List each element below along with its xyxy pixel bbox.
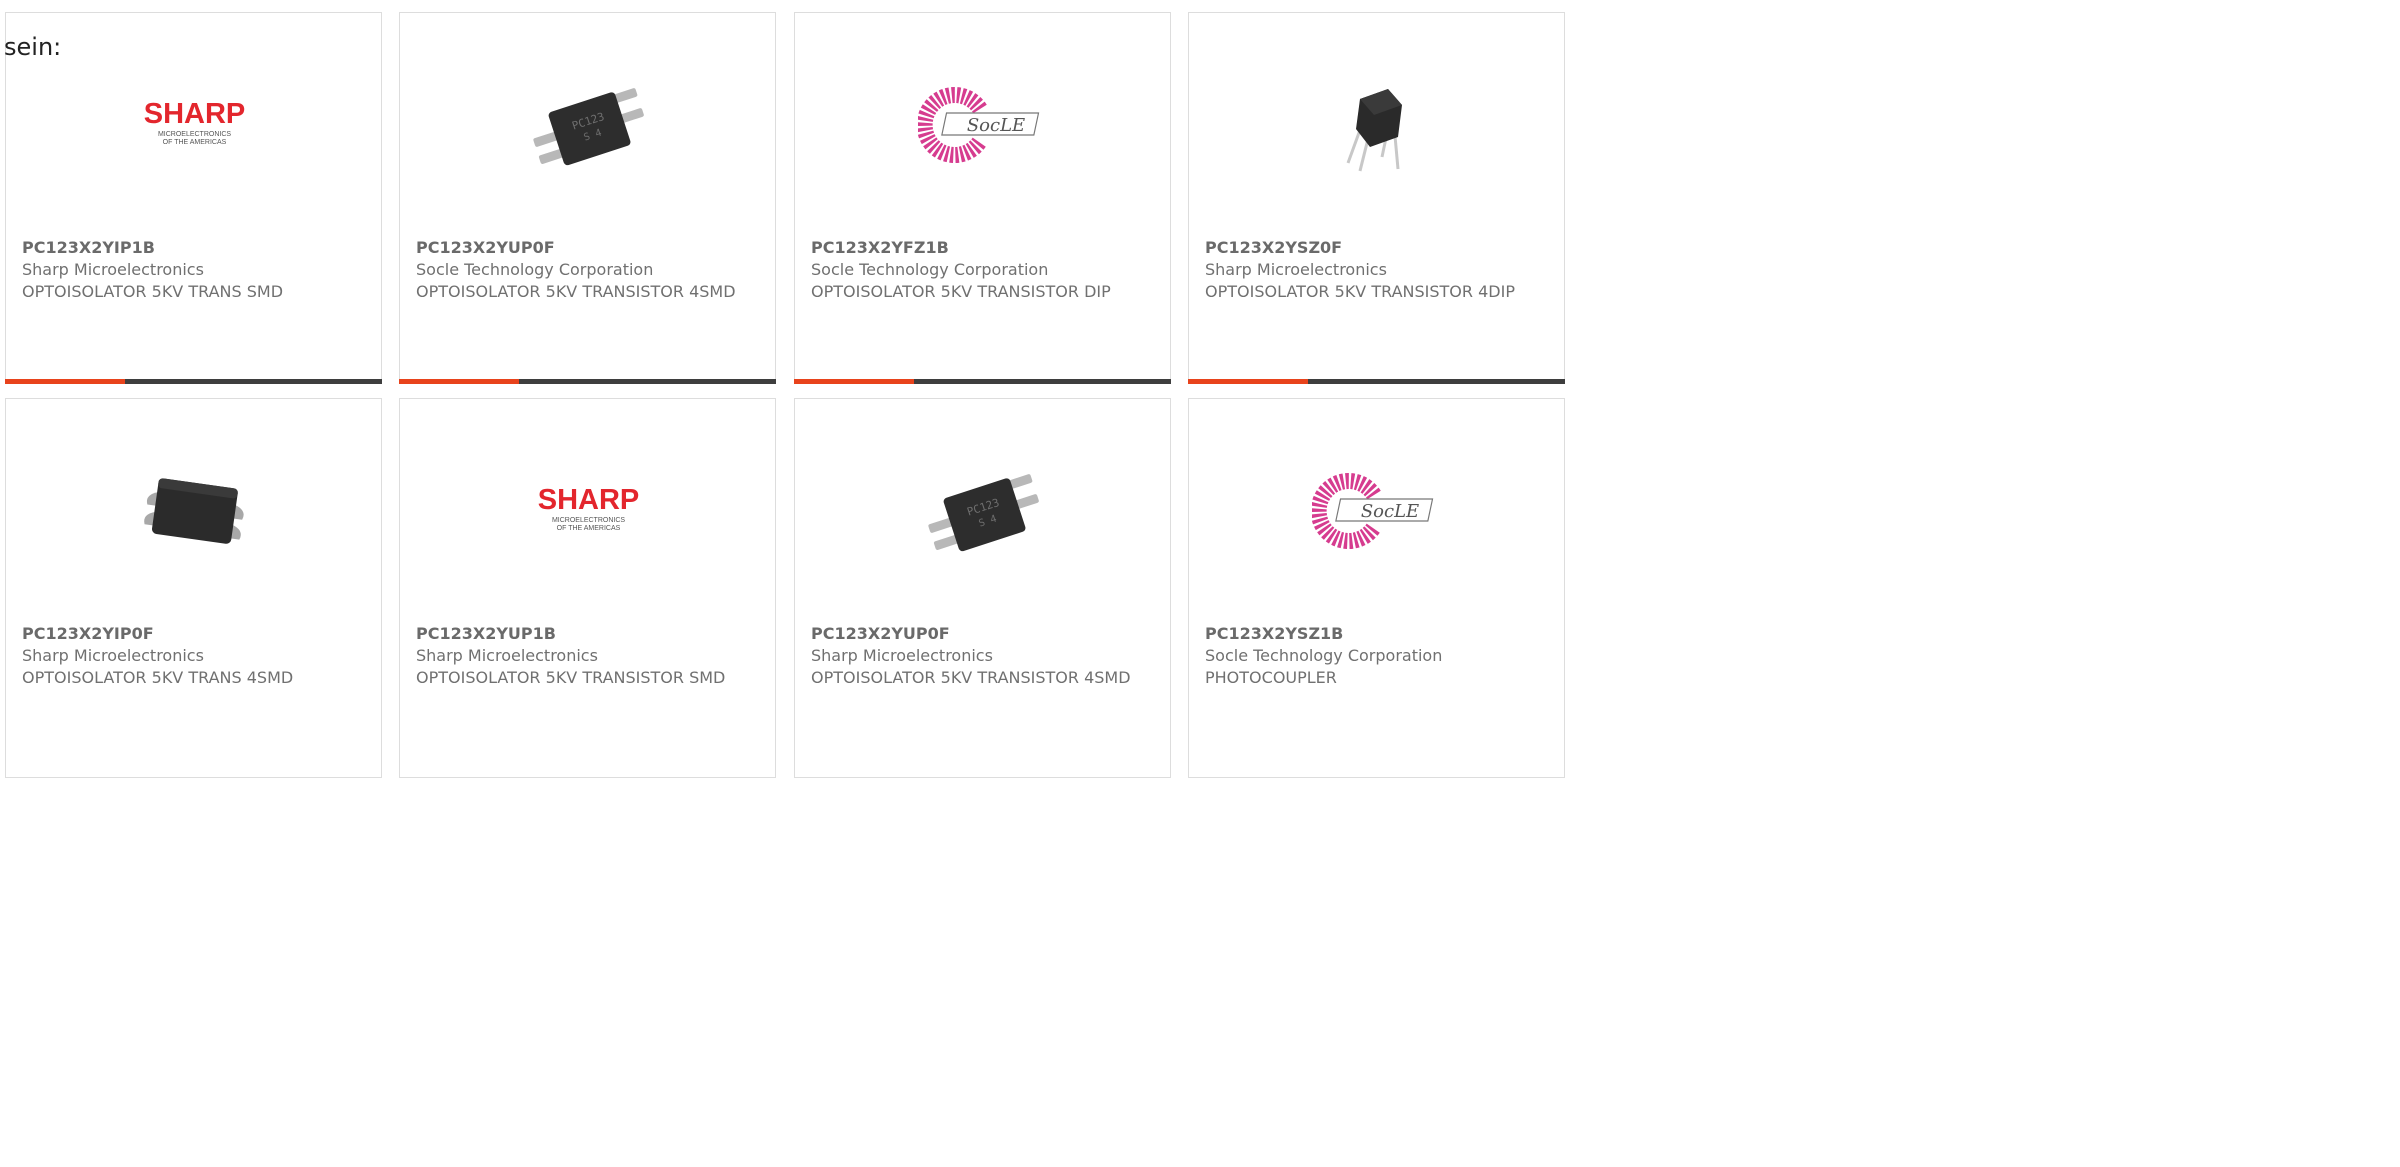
socle-logo-image: SocLE	[918, 59, 1049, 190]
manufacturer: Sharp Microelectronics	[1205, 260, 1387, 279]
product-card[interactable]: SocLE PC123X2YFZ1B Socle Technology Corp…	[794, 12, 1171, 384]
chip-smd-4pin-image: PC123 S 4	[918, 445, 1049, 576]
socle-logo-image: SocLE	[1312, 445, 1443, 576]
product-card[interactable]: PC123 S 4 PC123X2YUP0F Socle Technology …	[399, 12, 776, 384]
card-accent-bar	[1188, 379, 1308, 384]
part-number-link[interactable]: PC123X2YSZ1B	[1205, 623, 1550, 645]
manufacturer: Sharp Microelectronics	[22, 646, 204, 665]
manufacturer: Sharp Microelectronics	[22, 260, 204, 279]
svg-text:SocLE: SocLE	[1361, 501, 1419, 522]
card-bottom-bar	[1188, 379, 1565, 384]
chip-smd-4pin-image: PC123 S 4	[523, 59, 654, 190]
svg-text:OF THE AMERICAS: OF THE AMERICAS	[557, 525, 621, 532]
part-number-link[interactable]: PC123X2YIP1B	[22, 237, 367, 259]
part-number-link[interactable]: PC123X2YUP0F	[416, 237, 761, 259]
manufacturer: Socle Technology Corporation	[416, 260, 654, 279]
description: PHOTOCOUPLER	[1205, 668, 1337, 687]
manufacturer: Sharp Microelectronics	[811, 646, 993, 665]
svg-text:MICROELECTRONICS: MICROELECTRONICS	[552, 517, 625, 524]
svg-text:SHARP: SHARP	[538, 484, 640, 516]
sharp-logo-image: SHARP MICROELECTRONICS OF THE AMERICAS	[129, 59, 260, 190]
part-number-link[interactable]: PC123X2YIP0F	[22, 623, 367, 645]
card-bottom-bar	[794, 379, 1171, 384]
sharp-logo-image: SHARP MICROELECTRONICS OF THE AMERICAS	[523, 445, 654, 576]
product-card[interactable]: PC123X2YIP0F Sharp Microelectronics OPTO…	[5, 398, 382, 778]
svg-text:MICROELECTRONICS: MICROELECTRONICS	[158, 131, 231, 138]
card-accent-bar	[794, 379, 914, 384]
description: OPTOISOLATOR 5KV TRANS SMD	[22, 282, 284, 301]
card-accent-bar	[399, 379, 519, 384]
manufacturer: Socle Technology Corporation	[811, 260, 1049, 279]
product-card[interactable]: PC123 S 4 PC123X2YUP0F Sharp Microelectr…	[794, 398, 1171, 778]
part-number-link[interactable]: PC123X2YFZ1B	[811, 237, 1156, 259]
description: OPTOISOLATOR 5KV TRANS 4SMD	[22, 668, 294, 687]
chip-dip-4pin-image	[1312, 59, 1443, 190]
product-card[interactable]: SocLE PC123X2YSZ1B Socle Technology Corp…	[1188, 398, 1565, 778]
svg-text:OF THE AMERICAS: OF THE AMERICAS	[163, 139, 227, 146]
part-number-link[interactable]: PC123X2YSZ0F	[1205, 237, 1550, 259]
card-accent-bar	[5, 379, 125, 384]
description: OPTOISOLATOR 5KV TRANSISTOR SMD	[416, 668, 726, 687]
product-card[interactable]: SHARP MICROELECTRONICS OF THE AMERICAS P…	[5, 12, 382, 384]
description: OPTOISOLATOR 5KV TRANSISTOR 4DIP	[1205, 282, 1515, 301]
svg-text:SocLE: SocLE	[967, 115, 1025, 136]
svg-text:SHARP: SHARP	[144, 98, 246, 130]
card-bottom-bar	[399, 379, 776, 384]
card-bottom-bar	[5, 379, 382, 384]
manufacturer: Socle Technology Corporation	[1205, 646, 1443, 665]
manufacturer: Sharp Microelectronics	[416, 646, 598, 665]
part-number-link[interactable]: PC123X2YUP1B	[416, 623, 761, 645]
description: OPTOISOLATOR 5KV TRANSISTOR 4SMD	[416, 282, 736, 301]
description: OPTOISOLATOR 5KV TRANSISTOR 4SMD	[811, 668, 1131, 687]
product-card[interactable]: PC123X2YSZ0F Sharp Microelectronics OPTO…	[1188, 12, 1565, 384]
chip-smd-wide-image	[129, 445, 260, 576]
description: OPTOISOLATOR 5KV TRANSISTOR DIP	[811, 282, 1111, 301]
intro-text: sein:	[4, 33, 62, 61]
product-card[interactable]: SHARP MICROELECTRONICS OF THE AMERICAS P…	[399, 398, 776, 778]
part-number-link[interactable]: PC123X2YUP0F	[811, 623, 1156, 645]
